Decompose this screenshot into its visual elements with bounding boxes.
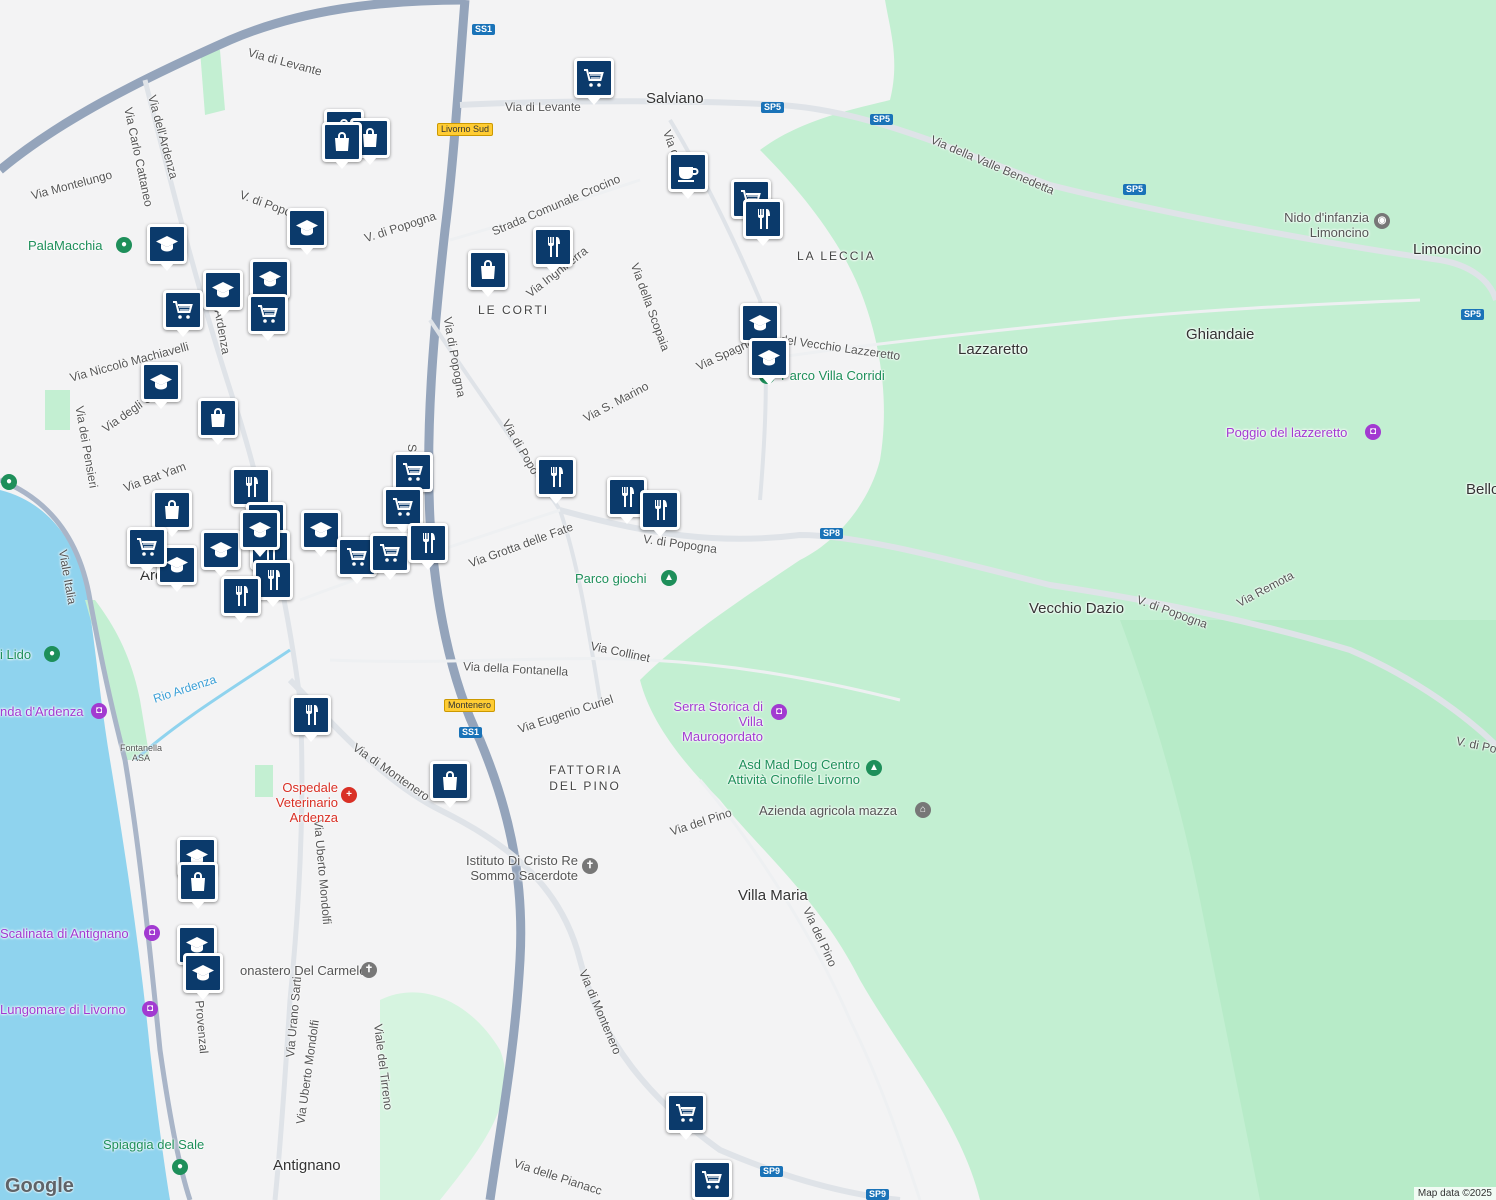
map-marker-school-icon[interactable]	[183, 953, 223, 1000]
google-logo: Google	[5, 1175, 74, 1197]
church-icon[interactable]: ✝	[582, 858, 598, 874]
poi-label[interactable]: Parco giochi	[575, 571, 647, 586]
map-marker-restaurant-icon[interactable]	[291, 695, 331, 742]
sea	[0, 490, 170, 1200]
map-marker-cart-icon[interactable]	[248, 294, 288, 341]
map-marker-school-icon[interactable]	[141, 362, 181, 409]
place-label-salviano: Salviano	[646, 90, 704, 107]
map-marker-school-icon[interactable]	[203, 270, 243, 317]
district-label-le-corti: LE CORTI	[478, 303, 550, 317]
tree-icon[interactable]: ▲	[866, 760, 882, 776]
church-icon[interactable]: ✝	[361, 962, 377, 978]
poi-label[interactable]: Asd Mad Dog Centro Attività Cinofile Liv…	[710, 757, 860, 787]
highway-nw	[0, 0, 466, 174]
poi-label[interactable]: Poggio del lazzeretto	[1226, 425, 1347, 440]
map-marker-school-icon[interactable]	[749, 338, 789, 385]
map-marker-restaurant-icon[interactable]	[221, 576, 261, 623]
map-marker-shopping-bag-icon[interactable]	[152, 490, 192, 537]
poi-label[interactable]: i Lido	[0, 647, 31, 662]
field-3	[45, 390, 70, 430]
street-label: Fontanella ASA	[119, 743, 163, 763]
map-marker-restaurant-icon[interactable]	[231, 467, 271, 514]
map-marker-restaurant-icon[interactable]	[533, 227, 573, 274]
place-label-limoncino: Limoncino	[1413, 241, 1482, 258]
road-shield: SP9	[866, 1189, 890, 1200]
beach-icon[interactable]: ●	[172, 1159, 188, 1175]
place-label-bello: Bello	[1466, 481, 1496, 498]
poi-label[interactable]: Parco Villa Corridi	[781, 368, 885, 383]
park-icon[interactable]: ●	[1, 474, 17, 490]
road-shield: SP9	[760, 1166, 784, 1177]
map-marker-cart-icon[interactable]	[383, 487, 423, 534]
camera-icon[interactable]: ◘	[142, 1001, 158, 1017]
map-marker-school-icon[interactable]	[250, 259, 290, 306]
poi-label[interactable]: nda d'Ardenza	[0, 704, 83, 719]
road-shield: SP5	[1123, 184, 1147, 195]
map-marker-cart-icon[interactable]	[127, 527, 167, 574]
road-shield: SP8	[820, 528, 844, 539]
road-shield: SP5	[1461, 309, 1485, 320]
exit-sign: Montenero	[444, 699, 496, 712]
poi-label[interactable]: Azienda agricola mazza	[759, 803, 897, 818]
park-icon[interactable]: ●	[116, 237, 132, 253]
poi-label[interactable]: Lungomare di Livorno	[0, 1002, 126, 1017]
map-marker-school-icon[interactable]	[301, 510, 341, 557]
district-label-fattoria-del-pino: FATTORIA DEL PINO	[549, 763, 623, 793]
school-icon[interactable]: ◉	[1374, 213, 1390, 229]
hospital-icon[interactable]: +	[341, 787, 357, 803]
park-icon[interactable]: ●	[44, 646, 60, 662]
poi-label[interactable]: Nido d'infanzia Limoncino	[1273, 210, 1369, 240]
poi-label[interactable]: Spiaggia del Sale	[103, 1137, 204, 1152]
poi-label[interactable]: Istituto Di Cristo Re Sommo Sacerdote	[446, 853, 578, 883]
map-canvas[interactable]: Salviano Lazzaretto Ghiandaie Limoncino …	[0, 0, 1496, 1200]
exit-sign: Livorno Sud	[437, 123, 494, 136]
map-marker-cart-icon[interactable]	[163, 290, 203, 337]
map-marker-cart-icon[interactable]	[370, 533, 410, 580]
poi-label[interactable]: onastero Del Carmelo	[240, 963, 366, 978]
place-label-vecchio-dazio: Vecchio Dazio	[1029, 600, 1125, 617]
forest-south	[380, 992, 506, 1200]
map-marker-school-icon[interactable]	[287, 208, 327, 255]
road-shield: SS1	[459, 727, 483, 738]
tree-icon[interactable]: ▲	[661, 570, 677, 586]
map-marker-restaurant-icon[interactable]	[536, 457, 576, 504]
map-marker-cart-icon[interactable]	[692, 1160, 732, 1200]
map-marker-cart-icon[interactable]	[574, 58, 614, 105]
map-marker-school-icon[interactable]	[240, 510, 280, 557]
map-marker-shopping-bag-icon[interactable]	[178, 862, 218, 909]
field-1	[200, 50, 225, 115]
poi-label[interactable]: Serra Storica di Villa Maurogordato	[668, 699, 763, 744]
map-marker-coffee-icon[interactable]	[668, 152, 708, 199]
map-data-attribution[interactable]: Map data ©2025	[1413, 1187, 1496, 1200]
road-shield: SP5	[761, 102, 785, 113]
poi-label[interactable]: Ospedale Veterinario Ardenza	[248, 780, 338, 825]
map-marker-school-icon[interactable]	[147, 224, 187, 271]
camera-icon[interactable]: ◘	[771, 704, 787, 720]
camera-icon[interactable]: ◘	[1365, 424, 1381, 440]
map-marker-school-icon[interactable]	[740, 303, 780, 350]
map-marker-shopping-bag-icon[interactable]	[198, 398, 238, 445]
district-label-la-leccia: LA LECCIA	[797, 249, 876, 263]
map-marker-shopping-bag-icon[interactable]	[468, 250, 508, 297]
road-shield: SS1	[472, 24, 496, 35]
place-label-villa-maria: Villa Maria	[738, 887, 808, 904]
place-label-antignano: Antignano	[273, 1157, 341, 1174]
camera-icon[interactable]: ◘	[144, 925, 160, 941]
map-marker-shopping-bag-icon[interactable]	[322, 122, 362, 169]
place-label-lazzaretto: Lazzaretto	[958, 341, 1029, 358]
map-marker-restaurant-icon[interactable]	[640, 490, 680, 537]
poi-label[interactable]: Scalinata di Antignano	[0, 926, 129, 941]
map-marker-restaurant-icon[interactable]	[743, 199, 783, 246]
map-marker-school-icon[interactable]	[201, 530, 241, 577]
map-marker-cart-icon[interactable]	[666, 1093, 706, 1140]
map-marker-cart-icon[interactable]	[393, 452, 433, 499]
street-label: Via di Levante	[505, 100, 581, 114]
bank-icon[interactable]: ⌂	[915, 802, 931, 818]
camera-icon[interactable]: ◘	[91, 703, 107, 719]
poi-label[interactable]: PalaMacchia	[28, 238, 102, 253]
place-label-ghiandaie: Ghiandaie	[1186, 326, 1255, 343]
map-marker-restaurant-icon[interactable]	[408, 523, 448, 570]
road-shield: SP5	[870, 114, 894, 125]
map-marker-shopping-bag-icon[interactable]	[430, 761, 470, 808]
